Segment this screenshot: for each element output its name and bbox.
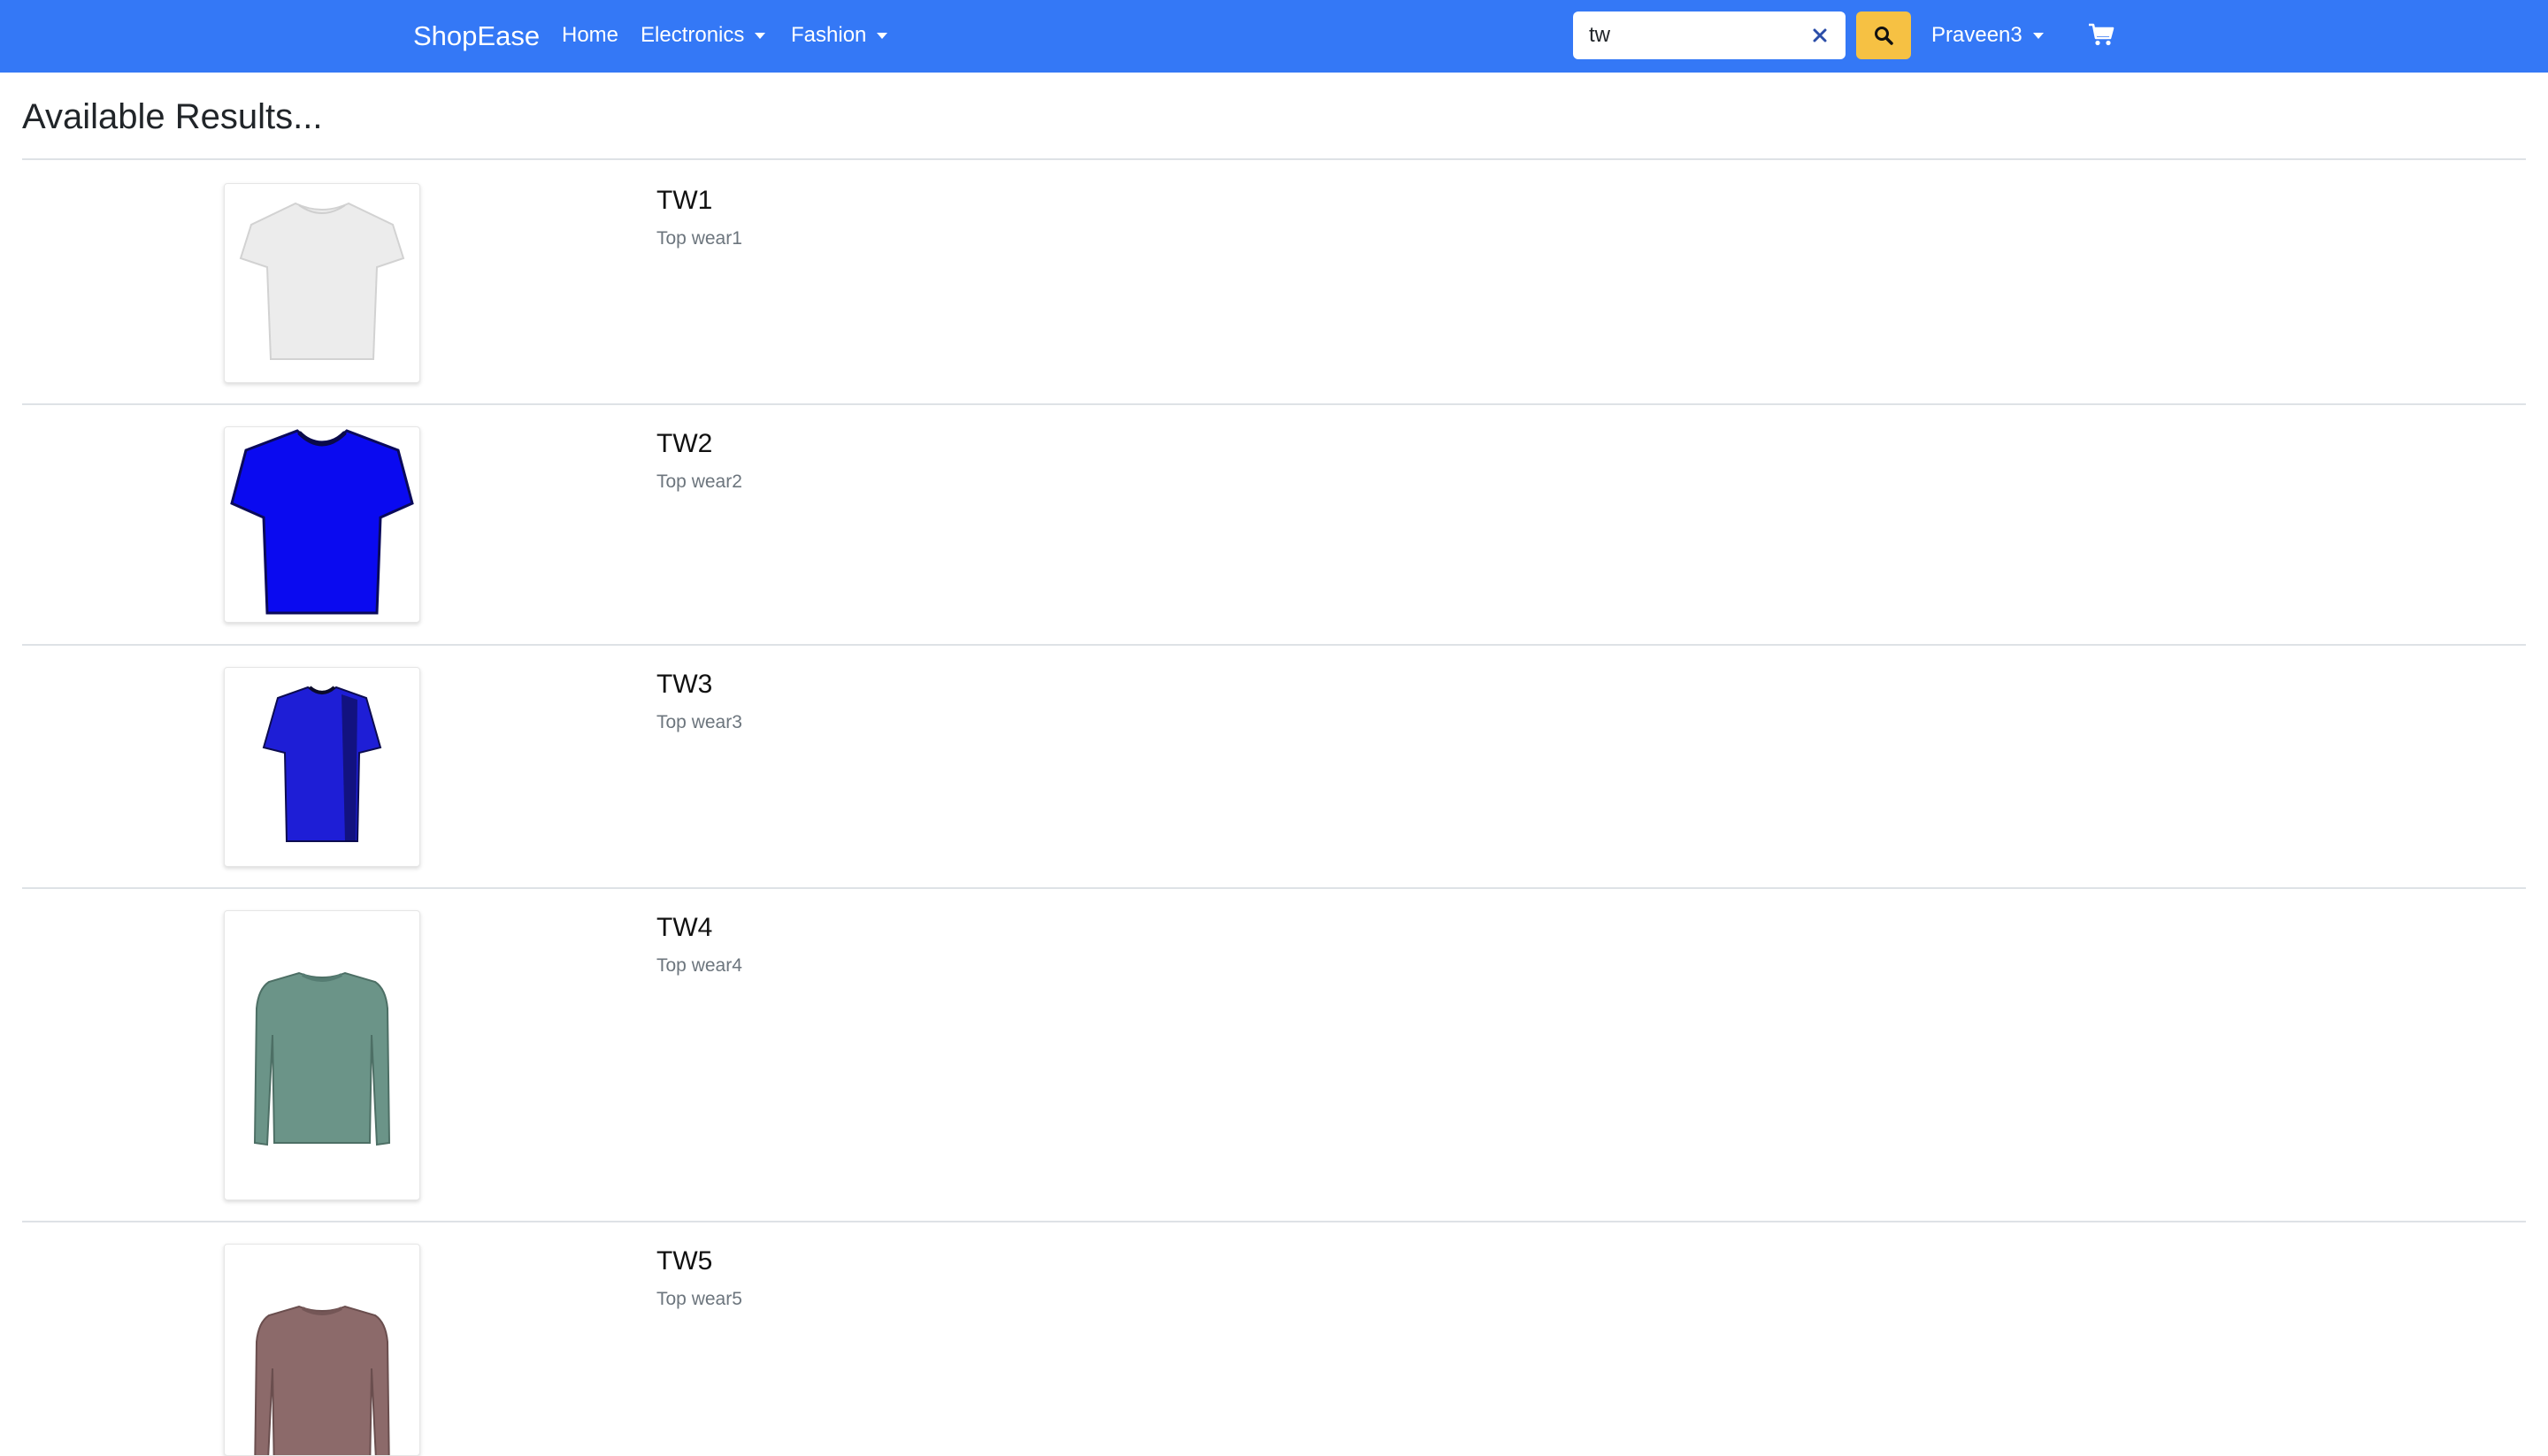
results-list: TW1 Top wear1 TW2 Top wear2 TW3 Top wear…: [0, 0, 2548, 1456]
product-image-frame[interactable]: [224, 183, 420, 383]
result-item[interactable]: TW3 Top wear3: [22, 665, 2526, 888]
result-item[interactable]: TW4 Top wear4: [22, 908, 2526, 1222]
product-description: Top wear3: [656, 712, 742, 732]
product-image-frame[interactable]: [224, 426, 420, 623]
result-item[interactable]: TW2 Top wear2: [22, 425, 2526, 644]
product-description: Top wear2: [656, 471, 742, 492]
sweater-image: [254, 1305, 390, 1455]
product-description: Top wear4: [656, 955, 742, 976]
product-title[interactable]: TW4: [656, 912, 712, 944]
product-description: Top wear1: [656, 228, 742, 249]
tshirt-image: [262, 686, 382, 842]
product-description: Top wear5: [656, 1289, 742, 1309]
product-title[interactable]: TW3: [656, 669, 712, 701]
divider: [22, 887, 2526, 889]
divider: [22, 1221, 2526, 1222]
product-title[interactable]: TW1: [656, 185, 712, 217]
product-image-frame[interactable]: [224, 1244, 420, 1456]
divider: [22, 403, 2526, 405]
product-image-frame[interactable]: [224, 910, 420, 1200]
product-title[interactable]: TW2: [656, 428, 712, 460]
product-image-frame[interactable]: [224, 667, 420, 867]
sweater-image: [253, 971, 391, 1146]
result-item[interactable]: TW1 Top wear1: [22, 181, 2526, 404]
tshirt-image: [239, 202, 405, 360]
tshirt-image: [230, 429, 414, 615]
product-title[interactable]: TW5: [656, 1245, 712, 1277]
result-item[interactable]: TW5 Top wear5: [22, 1242, 2526, 1456]
divider: [22, 644, 2526, 646]
